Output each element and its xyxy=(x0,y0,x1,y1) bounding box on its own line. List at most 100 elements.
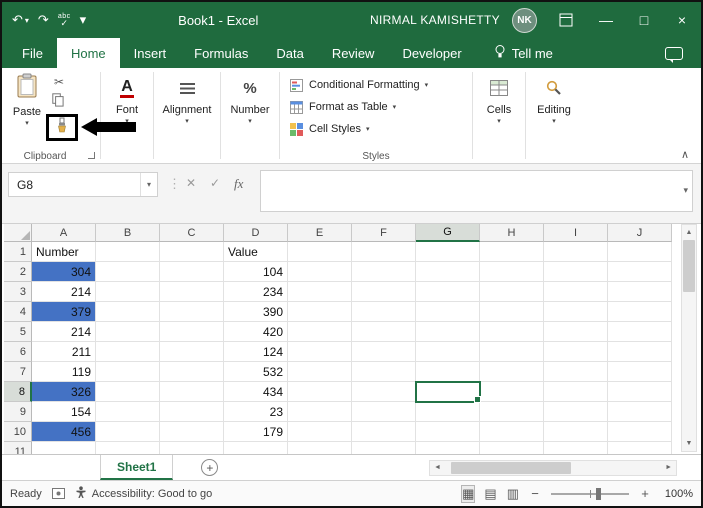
cell-c7[interactable] xyxy=(160,362,224,382)
cell-d1[interactable]: Value xyxy=(224,242,288,262)
cell-d10[interactable]: 179 xyxy=(224,422,288,442)
column-header-f[interactable]: F xyxy=(352,224,416,242)
column-header-c[interactable]: C xyxy=(160,224,224,242)
cell-i9[interactable] xyxy=(544,402,608,422)
cell-d6[interactable]: 124 xyxy=(224,342,288,362)
cell-f2[interactable] xyxy=(352,262,416,282)
zoom-slider[interactable] xyxy=(551,487,629,501)
cell-j9[interactable] xyxy=(608,402,672,422)
cell-e1[interactable] xyxy=(288,242,352,262)
cell-f9[interactable] xyxy=(352,402,416,422)
cell-f4[interactable] xyxy=(352,302,416,322)
cell-b3[interactable] xyxy=(96,282,160,302)
tab-formulas[interactable]: Formulas xyxy=(180,38,262,68)
cell-g3[interactable] xyxy=(416,282,480,302)
chevron-down-icon[interactable]: ▾ xyxy=(140,173,157,196)
cell-d11[interactable] xyxy=(224,442,288,454)
sheet-tab-sheet1[interactable]: Sheet1 xyxy=(100,455,173,480)
cell-c10[interactable] xyxy=(160,422,224,442)
normal-view-icon[interactable]: ▦ xyxy=(462,486,474,502)
name-box[interactable]: G8 ▾ xyxy=(8,172,158,197)
column-header-h[interactable]: H xyxy=(480,224,544,242)
row-header-1[interactable]: 1 xyxy=(4,242,32,262)
cell-i8[interactable] xyxy=(544,382,608,402)
redo-button[interactable]: ↷ xyxy=(38,12,49,28)
cell-e3[interactable] xyxy=(288,282,352,302)
scroll-right-icon[interactable]: ► xyxy=(661,464,676,471)
cell-h11[interactable] xyxy=(480,442,544,454)
zoom-in-button[interactable]: + xyxy=(639,486,651,501)
cell-h3[interactable] xyxy=(480,282,544,302)
zoom-level[interactable]: 100% xyxy=(661,488,693,500)
cell-j2[interactable] xyxy=(608,262,672,282)
row-header-8[interactable]: 8 xyxy=(4,382,32,402)
tab-insert[interactable]: Insert xyxy=(120,38,181,68)
row-header-11[interactable]: 11 xyxy=(4,442,32,454)
cell-c9[interactable] xyxy=(160,402,224,422)
cell-b2[interactable] xyxy=(96,262,160,282)
cell-i7[interactable] xyxy=(544,362,608,382)
cell-a9[interactable]: 154 xyxy=(32,402,96,422)
zoom-out-button[interactable]: − xyxy=(529,486,541,501)
cell-a11[interactable] xyxy=(32,442,96,454)
column-header-d[interactable]: D xyxy=(224,224,288,242)
cell-f7[interactable] xyxy=(352,362,416,382)
cell-a8[interactable]: 326 xyxy=(32,382,96,402)
cell-e2[interactable] xyxy=(288,262,352,282)
cell-h1[interactable] xyxy=(480,242,544,262)
cell-g2[interactable] xyxy=(416,262,480,282)
cell-g1[interactable] xyxy=(416,242,480,262)
cell-a7[interactable]: 119 xyxy=(32,362,96,382)
accessibility-status[interactable]: Accessibility: Good to go xyxy=(75,486,212,501)
paste-button[interactable]: Paste ▾ xyxy=(6,73,48,127)
row-header-5[interactable]: 5 xyxy=(4,322,32,342)
tab-review[interactable]: Review xyxy=(318,38,389,68)
page-break-view-icon[interactable]: ▥ xyxy=(507,486,519,502)
cell-i6[interactable] xyxy=(544,342,608,362)
cell-a2[interactable]: 304 xyxy=(32,262,96,282)
cell-g5[interactable] xyxy=(416,322,480,342)
row-header-4[interactable]: 4 xyxy=(4,302,32,322)
cell-c5[interactable] xyxy=(160,322,224,342)
cell-g9[interactable] xyxy=(416,402,480,422)
horizontal-scroll-thumb[interactable] xyxy=(451,462,571,474)
styles-item-conditional-formatting[interactable]: Conditional Formatting▾ xyxy=(290,74,468,96)
user-name[interactable]: NIRMAL KAMISHETTY xyxy=(370,13,500,27)
cell-h7[interactable] xyxy=(480,362,544,382)
cell-j5[interactable] xyxy=(608,322,672,342)
cell-f11[interactable] xyxy=(352,442,416,454)
vertical-scrollbar[interactable]: ▲ ▼ xyxy=(681,224,697,452)
cells-button[interactable]: Cells ▾ xyxy=(473,68,525,140)
collapse-ribbon-icon[interactable]: ∧ xyxy=(681,148,689,161)
cell-j1[interactable] xyxy=(608,242,672,262)
cell-j11[interactable] xyxy=(608,442,672,454)
row-header-3[interactable]: 3 xyxy=(4,282,32,302)
cell-e6[interactable] xyxy=(288,342,352,362)
cell-e9[interactable] xyxy=(288,402,352,422)
scroll-up-icon[interactable]: ▲ xyxy=(686,225,693,240)
cell-c2[interactable] xyxy=(160,262,224,282)
column-header-a[interactable]: A xyxy=(32,224,96,242)
close-button[interactable]: × xyxy=(663,2,701,38)
tab-developer[interactable]: Developer xyxy=(388,38,475,68)
cell-f10[interactable] xyxy=(352,422,416,442)
tab-file[interactable]: File xyxy=(8,38,57,68)
cell-j7[interactable] xyxy=(608,362,672,382)
cell-d7[interactable]: 532 xyxy=(224,362,288,382)
cell-h8[interactable] xyxy=(480,382,544,402)
column-header-g[interactable]: G xyxy=(416,224,480,242)
cell-g11[interactable] xyxy=(416,442,480,454)
select-all-button[interactable] xyxy=(4,224,32,242)
vertical-scroll-thumb[interactable] xyxy=(683,240,695,292)
cell-i3[interactable] xyxy=(544,282,608,302)
minimize-button[interactable]: — xyxy=(587,2,625,38)
column-header-e[interactable]: E xyxy=(288,224,352,242)
cell-b4[interactable] xyxy=(96,302,160,322)
scroll-down-icon[interactable]: ▼ xyxy=(686,436,693,451)
cell-i10[interactable] xyxy=(544,422,608,442)
cell-a4[interactable]: 379 xyxy=(32,302,96,322)
row-header-7[interactable]: 7 xyxy=(4,362,32,382)
cell-h10[interactable] xyxy=(480,422,544,442)
cell-j10[interactable] xyxy=(608,422,672,442)
cell-f8[interactable] xyxy=(352,382,416,402)
